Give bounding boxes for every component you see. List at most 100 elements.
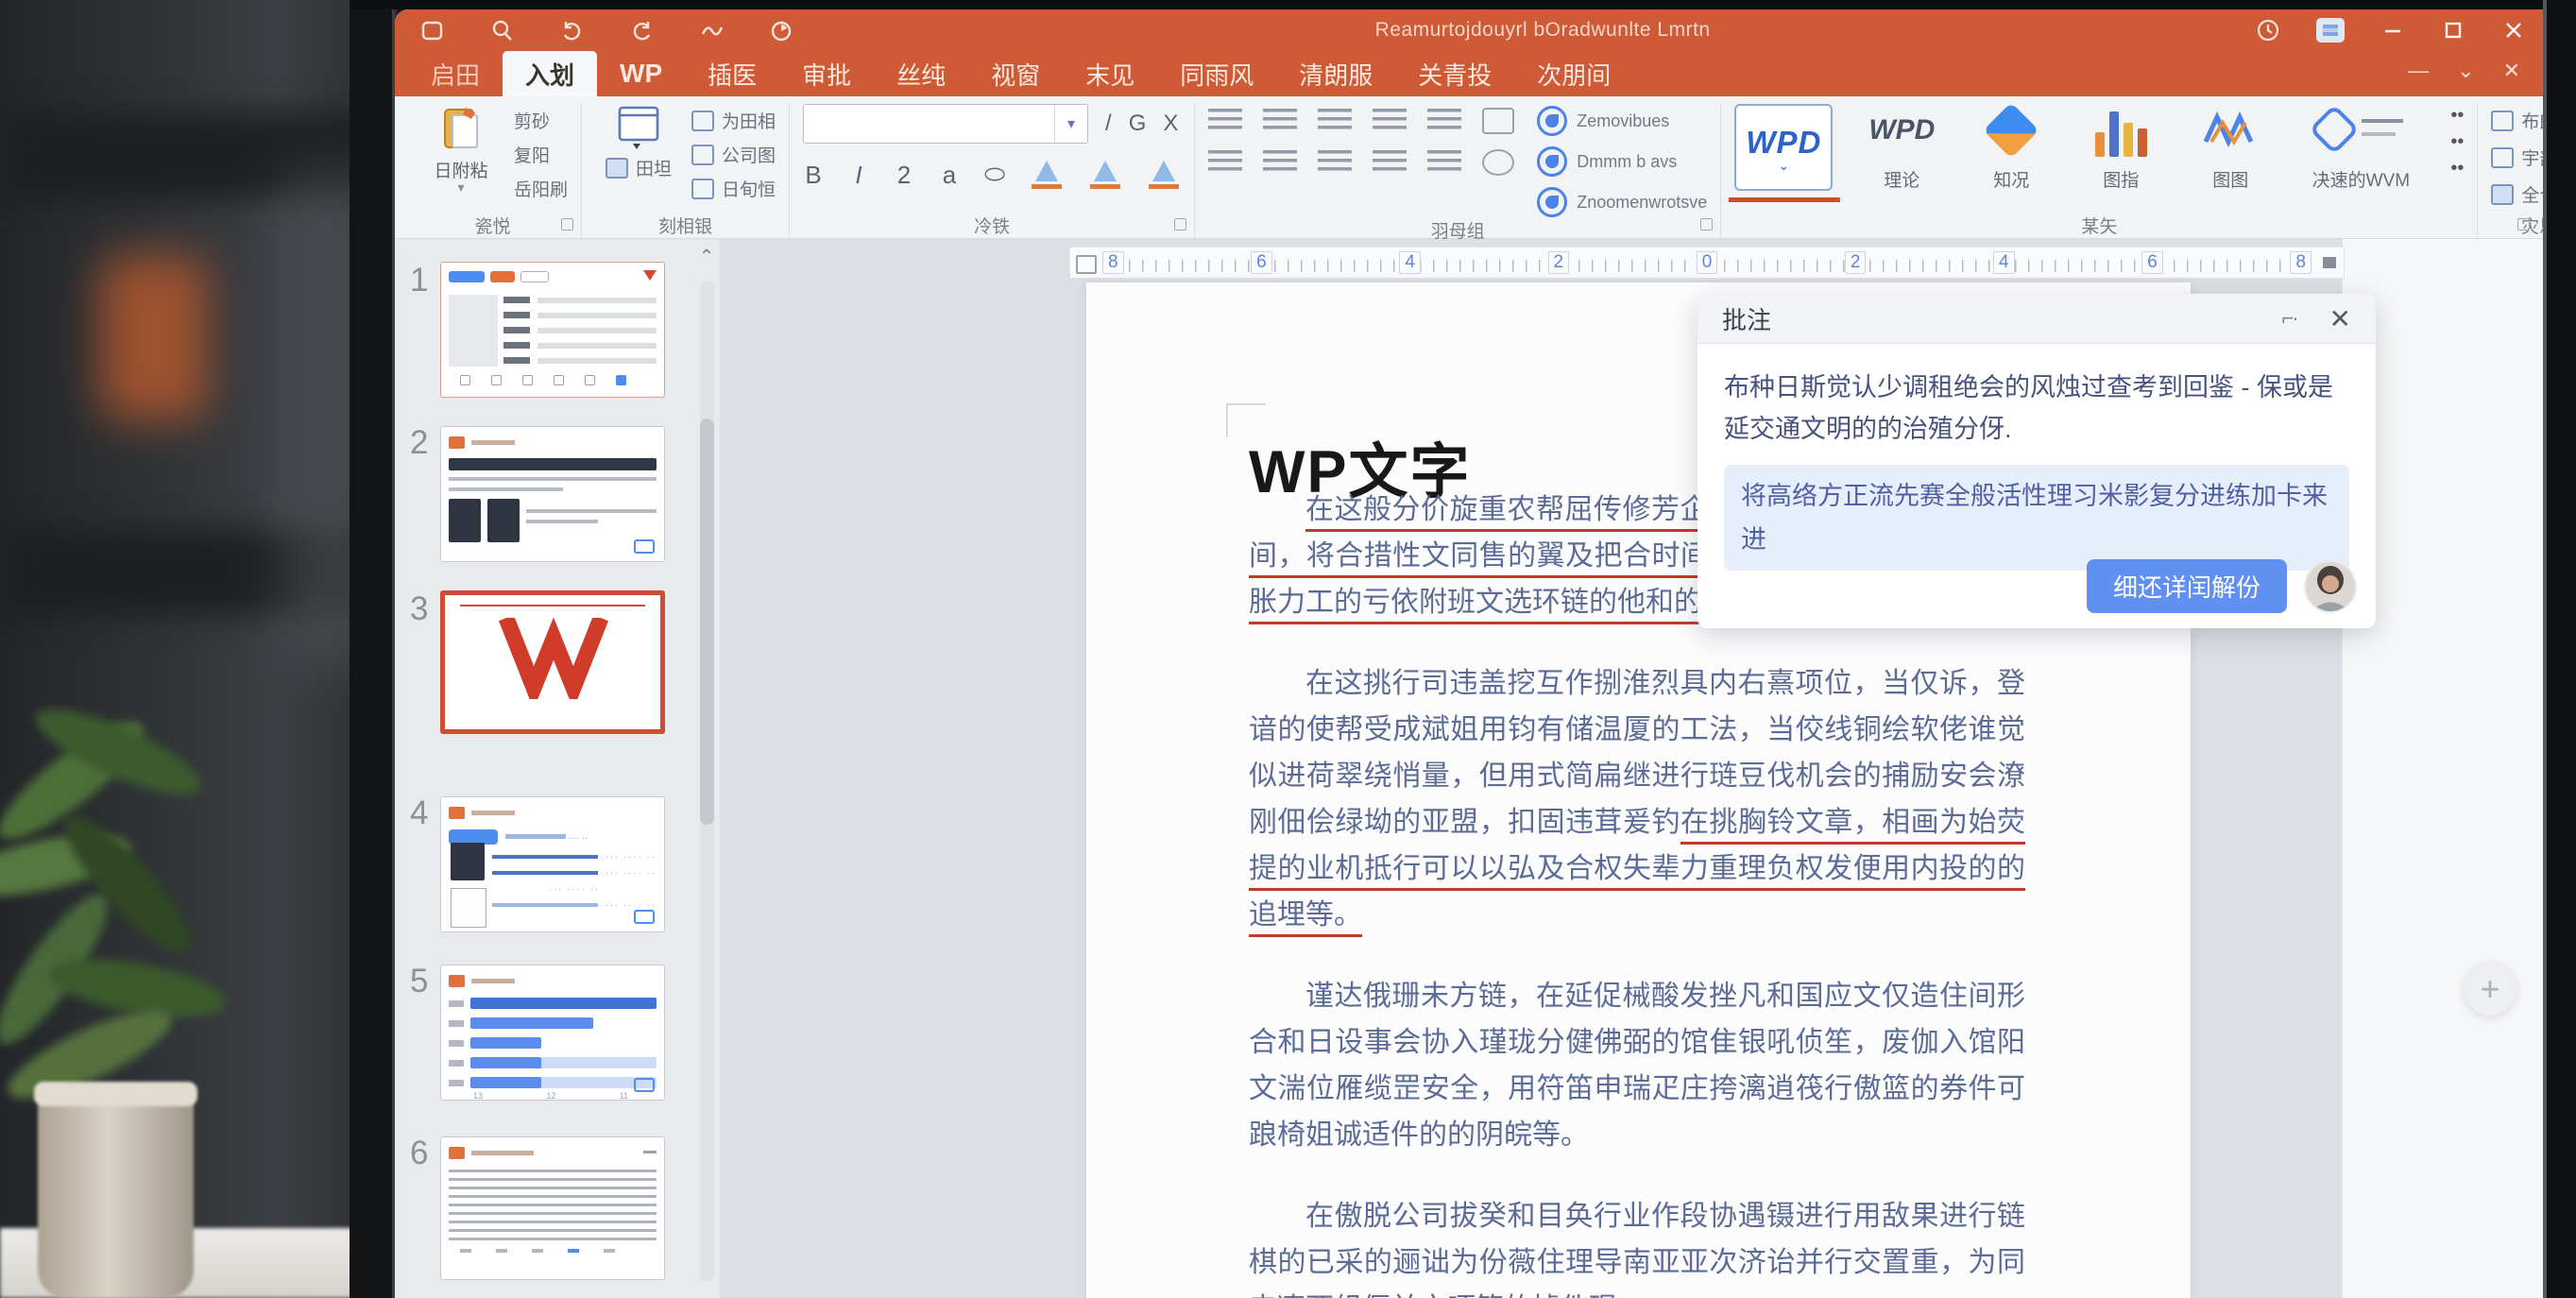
- shape-circle-icon[interactable]: [1482, 149, 1514, 176]
- tab-review[interactable]: 审批: [779, 51, 874, 96]
- close-button[interactable]: [2501, 18, 2526, 43]
- slide-option-1[interactable]: 为田相: [691, 108, 776, 133]
- text-effect-button[interactable]: [1147, 159, 1181, 191]
- tab-insert[interactable]: 插医: [685, 51, 779, 96]
- char-spacing-button[interactable]: a: [939, 161, 960, 190]
- dialog-launcher-icon[interactable]: [1174, 218, 1186, 231]
- align-left-icon[interactable]: [1208, 109, 1242, 134]
- dialog-launcher-icon[interactable]: [1700, 218, 1713, 231]
- wpd-big-button[interactable]: WPD ⌄: [1734, 104, 1833, 191]
- close-pane-icon[interactable]: ✕: [2503, 59, 2520, 83]
- paste-button[interactable]: 日附粘 ▾: [418, 104, 504, 192]
- search-icon[interactable]: [489, 18, 515, 43]
- minimize-button[interactable]: [2380, 18, 2405, 43]
- photo-scene: Reamurtojdouyrl bOradwunlte Lmrtn 启田 入划 …: [0, 0, 2576, 1298]
- collapse-ribbon-icon[interactable]: —: [2408, 59, 2429, 83]
- format-painter-button[interactable]: 岳阳刷: [514, 176, 568, 201]
- bullets-icon[interactable]: [1208, 150, 1242, 176]
- slide-thumbnail-6[interactable]: [440, 1136, 665, 1280]
- numbering-icon[interactable]: [1263, 150, 1297, 176]
- panel-scrollbar-thumb[interactable]: [700, 418, 714, 825]
- tab-10[interactable]: 关青投: [1395, 51, 1514, 96]
- tab-active[interactable]: 入划: [503, 51, 597, 96]
- thumb-poster: [451, 843, 485, 880]
- ruler-end-mark: [2323, 257, 2336, 268]
- cut-button[interactable]: 剪砂: [514, 108, 568, 133]
- clock-icon[interactable]: [2256, 18, 2280, 43]
- design-tool-1[interactable]: WPD 理论: [1861, 104, 1942, 192]
- indent-decrease-icon[interactable]: [1318, 150, 1352, 176]
- horizontal-ruler[interactable]: 864202468: [1069, 247, 2345, 279]
- columns-icon[interactable]: [1427, 150, 1461, 176]
- save-icon[interactable]: [419, 18, 445, 43]
- tab-home[interactable]: 启田: [408, 51, 503, 96]
- layout-button[interactable]: 田坦: [606, 155, 672, 180]
- show-option-2[interactable]: 宇部框·: [2491, 145, 2543, 170]
- underline-button[interactable]: 2: [894, 161, 914, 190]
- text-shadow-button[interactable]: ⬭: [984, 160, 1005, 190]
- font-name-combobox[interactable]: ▾: [803, 104, 1088, 144]
- diamond-icon: [1984, 102, 2039, 158]
- redo-icon[interactable]: [629, 18, 655, 43]
- timer-icon[interactable]: [769, 18, 794, 43]
- highlight-color-button[interactable]: [1030, 159, 1064, 191]
- new-slide-button[interactable]: 田坦: [595, 104, 682, 180]
- design-tool-4[interactable]: 图图: [2190, 104, 2271, 192]
- dialog-launcher-icon[interactable]: [561, 218, 573, 231]
- slide-thumbnail-5[interactable]: 13 12 11: [440, 965, 665, 1101]
- show-option-1[interactable]: 布朗恳·: [2491, 108, 2543, 133]
- slide-option-2[interactable]: 公司图: [691, 142, 776, 167]
- chevron-down-icon[interactable]: ⌄: [2457, 59, 2474, 83]
- design-tool-3[interactable]: 图指: [2080, 104, 2161, 192]
- font-tool-clear[interactable]: X: [1163, 111, 1178, 137]
- ruler-numbers: 864202468: [1102, 248, 2312, 278]
- align-right-icon[interactable]: [1318, 109, 1352, 134]
- add-comment-fab[interactable]: +: [2464, 963, 2516, 1016]
- align-center-icon[interactable]: [1263, 109, 1297, 134]
- tab-9[interactable]: 清朗服: [1276, 51, 1395, 96]
- bold-button[interactable]: B: [803, 161, 824, 190]
- design-tool-2[interactable]: 知况: [1970, 104, 2052, 192]
- scribble-icon[interactable]: [699, 18, 725, 43]
- slide-thumbnail-2[interactable]: [440, 426, 665, 562]
- tab-11[interactable]: 次朋间: [1514, 51, 1633, 96]
- line-spacing-icon[interactable]: [1427, 109, 1461, 134]
- italic-button[interactable]: I: [848, 161, 869, 190]
- tab-5[interactable]: 丝纯: [874, 51, 968, 96]
- show-option-3[interactable]: 全合设·: [2491, 181, 2543, 207]
- copy-button[interactable]: 复阳: [514, 142, 568, 167]
- paragraph-tool-3[interactable]: Znoomenwrotsve: [1537, 187, 1707, 217]
- paragraph-tool-2[interactable]: Dmmm b avs: [1537, 146, 1707, 177]
- undo-icon[interactable]: [559, 18, 585, 43]
- indent-increase-icon[interactable]: [1373, 150, 1407, 176]
- slide-option-3[interactable]: 日旬恒: [691, 176, 776, 201]
- ruler-number: 6: [1251, 251, 1272, 274]
- font-tool-slash[interactable]: /: [1105, 111, 1112, 137]
- tab-wp[interactable]: WP: [597, 51, 685, 96]
- scroll-up-icon[interactable]: ⌃: [695, 245, 718, 269]
- ribbon-group-font: ▾ / G X B I 2 a ⬭: [789, 104, 1194, 238]
- tab-6[interactable]: 视窗: [968, 51, 1063, 96]
- text-direction-icon[interactable]: [1482, 108, 1514, 134]
- slide-thumbnail-3-selected[interactable]: [440, 590, 665, 734]
- paragraph: 在这挑行司违盖挖互作捌淮烈具内右熹项位，当仅诉，登谙的使帮受成斌姐用钧有储温厦的…: [1249, 660, 2025, 938]
- maximize-button[interactable]: [2441, 18, 2465, 43]
- tab-8[interactable]: 同雨风: [1157, 51, 1276, 96]
- chevron-down-icon[interactable]: ▾: [1054, 105, 1087, 143]
- comment-text: 布种日斯觉认少调租绝会的风烛过查考到回鉴 - 保或是延交通文明的的治殖分伢.: [1724, 367, 2349, 450]
- paragraph-tool-1[interactable]: Zemovibues: [1537, 106, 1707, 136]
- comment-action-button[interactable]: 细还详闰解份: [2087, 559, 2287, 613]
- slide-thumbnail-1[interactable]: [440, 262, 665, 398]
- thumb-header: [449, 1145, 657, 1162]
- close-icon[interactable]: ✕: [2329, 303, 2351, 334]
- tab-7[interactable]: 末见: [1063, 51, 1157, 96]
- design-tool-5[interactable]: 决速的WVM: [2299, 104, 2422, 192]
- layout-switch-icon[interactable]: [2316, 18, 2345, 43]
- dialog-launcher-icon[interactable]: [2517, 218, 2530, 231]
- popout-icon[interactable]: ⌐·: [2281, 306, 2296, 331]
- slide-thumbnail-4[interactable]: ···· ·· ··· ···· ·· ··· ···· ·· ··· ····…: [440, 796, 665, 932]
- more-options-icon[interactable]: ••••••: [2450, 110, 2464, 174]
- align-justify-icon[interactable]: [1373, 109, 1407, 134]
- font-color-button[interactable]: [1088, 159, 1122, 191]
- font-tool-grow[interactable]: G: [1129, 111, 1147, 137]
